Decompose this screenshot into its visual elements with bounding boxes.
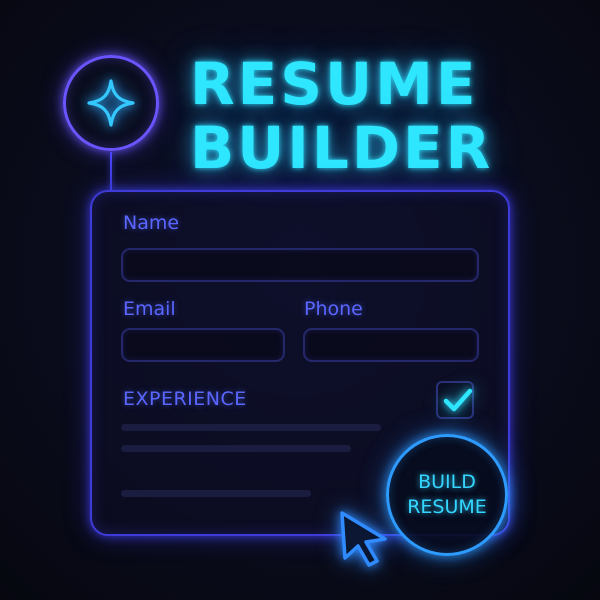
connector-line bbox=[110, 152, 112, 190]
phone-field[interactable] bbox=[303, 328, 479, 362]
sparkle-badge bbox=[63, 55, 159, 151]
experience-checkbox[interactable] bbox=[436, 381, 474, 419]
email-label: Email bbox=[123, 298, 176, 320]
mouse-pointer-icon bbox=[340, 511, 387, 567]
name-label: Name bbox=[123, 212, 180, 234]
build-button-line-2: RESUME bbox=[407, 496, 487, 518]
phone-label: Phone bbox=[304, 298, 363, 320]
page-title: RESUME BUILDER bbox=[190, 52, 570, 180]
title-line-2: BUILDER bbox=[190, 114, 494, 182]
placeholder-line bbox=[121, 424, 381, 431]
sparkle-icon bbox=[87, 79, 135, 127]
build-button-line-1: BUILD bbox=[418, 471, 476, 493]
email-field[interactable] bbox=[121, 328, 285, 362]
name-field[interactable] bbox=[121, 248, 479, 282]
experience-label: EXPERIENCE bbox=[123, 388, 247, 410]
placeholder-line bbox=[121, 445, 351, 452]
title-line-1: RESUME bbox=[190, 50, 479, 118]
placeholder-line bbox=[121, 490, 311, 497]
build-resume-button[interactable]: BUILD RESUME bbox=[386, 434, 508, 556]
checkmark-icon bbox=[443, 388, 473, 412]
